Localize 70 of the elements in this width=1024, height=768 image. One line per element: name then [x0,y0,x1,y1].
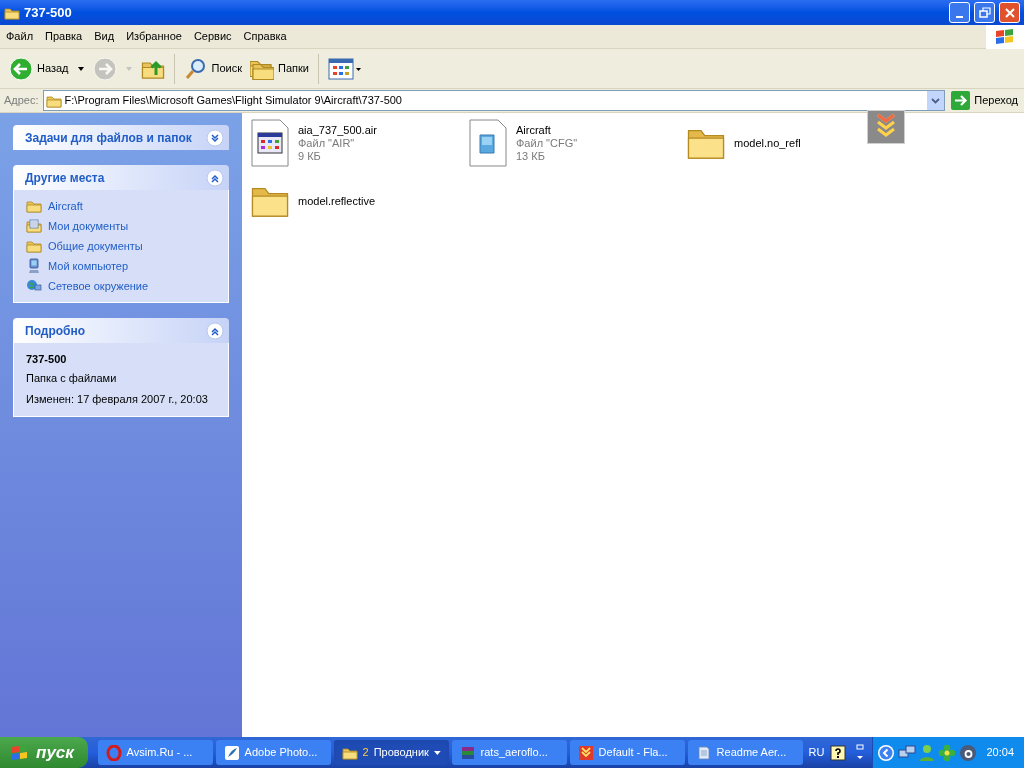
notepad-icon [695,744,712,761]
views-grid-icon [327,56,362,81]
modified-date: Изменен: 17 февраля 2007 г., 20:03 [26,392,209,407]
back-button[interactable]: Назад [6,51,88,86]
menu-item[interactable]: Сервис [188,26,237,47]
file-item[interactable]: model.no_refl [686,119,801,167]
address-field[interactable]: F:\Program Files\Microsoft Games\Flight Simulator 9\Aircraft\737-500 [42,90,946,111]
menu-item[interactable]: Файл [1,26,39,47]
restore-icon [976,4,993,21]
places-panel-header[interactable]: Другие места [13,165,229,190]
feather-icon [223,744,240,761]
file-item[interactable]: model.reflective [250,177,376,225]
start-button[interactable]: пуск [0,737,88,768]
file-item[interactable]: aia_737_500.air Файл "AIR" 9 КБ [250,119,377,167]
place-link[interactable]: Общие документы [26,238,216,254]
search-button[interactable]: Поиск [180,51,245,86]
clock: 20:04 [986,745,1014,761]
dropdown-arrow-icon [433,750,441,755]
network-globe-icon [26,278,42,294]
collapse-chevron-icon [206,168,224,187]
collapse-chevron-icon [206,321,224,340]
download-chevrons-icon [867,110,905,144]
right-arrow-icon [951,91,971,110]
taskbar-button[interactable]: Readme Aer... [687,740,803,765]
menu-item[interactable]: Правка [40,26,88,47]
folder-icon [26,238,42,254]
flower-icon [938,743,957,762]
help-icon [830,744,847,761]
menu-item[interactable]: Вид [89,26,120,47]
go-button[interactable]: Переход [949,91,1020,110]
menu-item[interactable]: Справка [238,26,292,47]
taskbar-button[interactable]: Default - Fla... [569,740,685,765]
settings-file-icon [468,119,508,167]
place-link[interactable]: Сетевое окружение [26,278,216,294]
expand-chevron-icon [206,128,224,147]
window-title: 737-500 [24,3,73,22]
language-indicator[interactable]: RU [808,744,825,761]
taskbar-button[interactable]: Adobe Photo... [215,740,331,765]
application-file-icon [250,119,290,167]
dropdown-arrow-icon [124,65,133,72]
taskbar-button[interactable]: rats_aeroflo... [451,740,567,765]
minimize-icon [956,16,963,18]
details-panel-header[interactable]: Подробно [13,318,229,343]
folder-type: Папка с файлами [26,370,118,386]
restore-button[interactable] [974,2,995,23]
dropdown-arrow-icon [76,65,85,72]
menu-item[interactable]: Избранное [121,26,187,47]
archive-books-icon [459,744,476,761]
close-button[interactable] [999,2,1020,23]
folder-name: 737-500 [26,352,68,367]
search-icon [183,56,208,81]
folder-icon [26,198,42,214]
place-link[interactable]: Мои документы [26,218,216,234]
folders-button[interactable]: Папки [247,51,312,86]
computer-icon [26,258,42,274]
taskbar-button[interactable]: Avsim.Ru - ... [97,740,213,765]
minimize-button[interactable] [949,2,970,23]
address-label: Адрес: [4,93,39,109]
taskbar-button[interactable]: 2 Проводник [333,740,449,765]
tasks-panel-header[interactable]: Задачи для файлов и папок [13,125,229,150]
user-icon [919,743,936,762]
down-chevrons-icon [577,744,594,761]
documents-folder-icon [26,218,42,234]
file-item[interactable]: Aircraft Файл "CFG" 13 КБ [468,119,578,167]
windows-flag-icon [10,743,30,762]
left-chevron-icon [877,743,896,762]
place-link[interactable]: Мой компьютер [26,258,216,274]
windows-flag-icon [986,24,1024,49]
opera-icon [105,744,122,761]
place-link[interactable]: Aircraft [26,198,216,214]
